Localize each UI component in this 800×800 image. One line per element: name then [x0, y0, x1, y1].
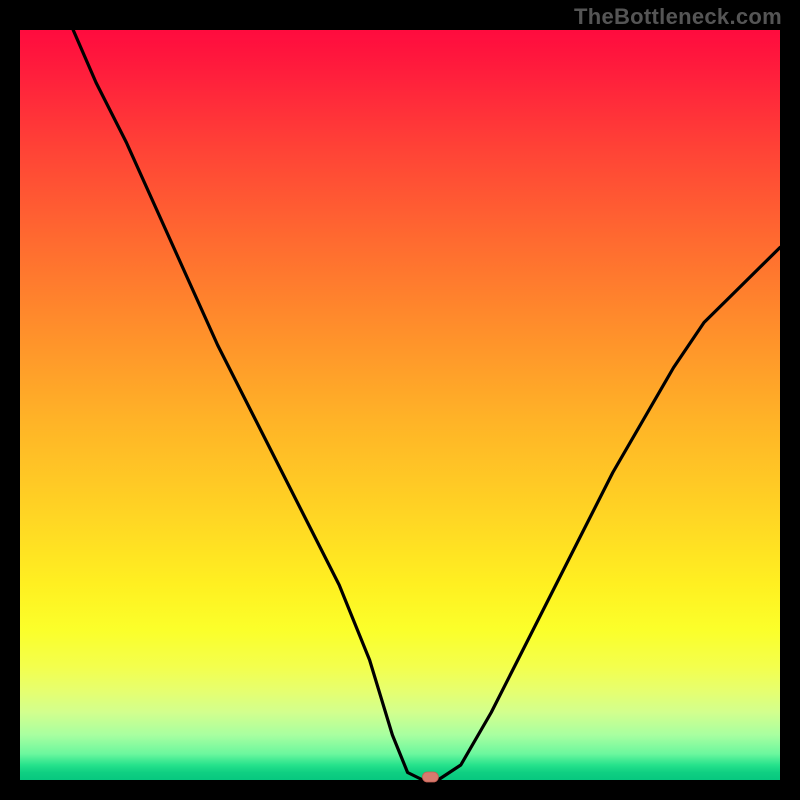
chart-frame: TheBottleneck.com	[0, 0, 800, 800]
bottleneck-curve-path	[73, 30, 780, 780]
watermark-text: TheBottleneck.com	[574, 4, 782, 30]
curve-layer	[20, 30, 780, 780]
plot-area	[20, 30, 780, 780]
minimum-marker	[422, 772, 438, 782]
